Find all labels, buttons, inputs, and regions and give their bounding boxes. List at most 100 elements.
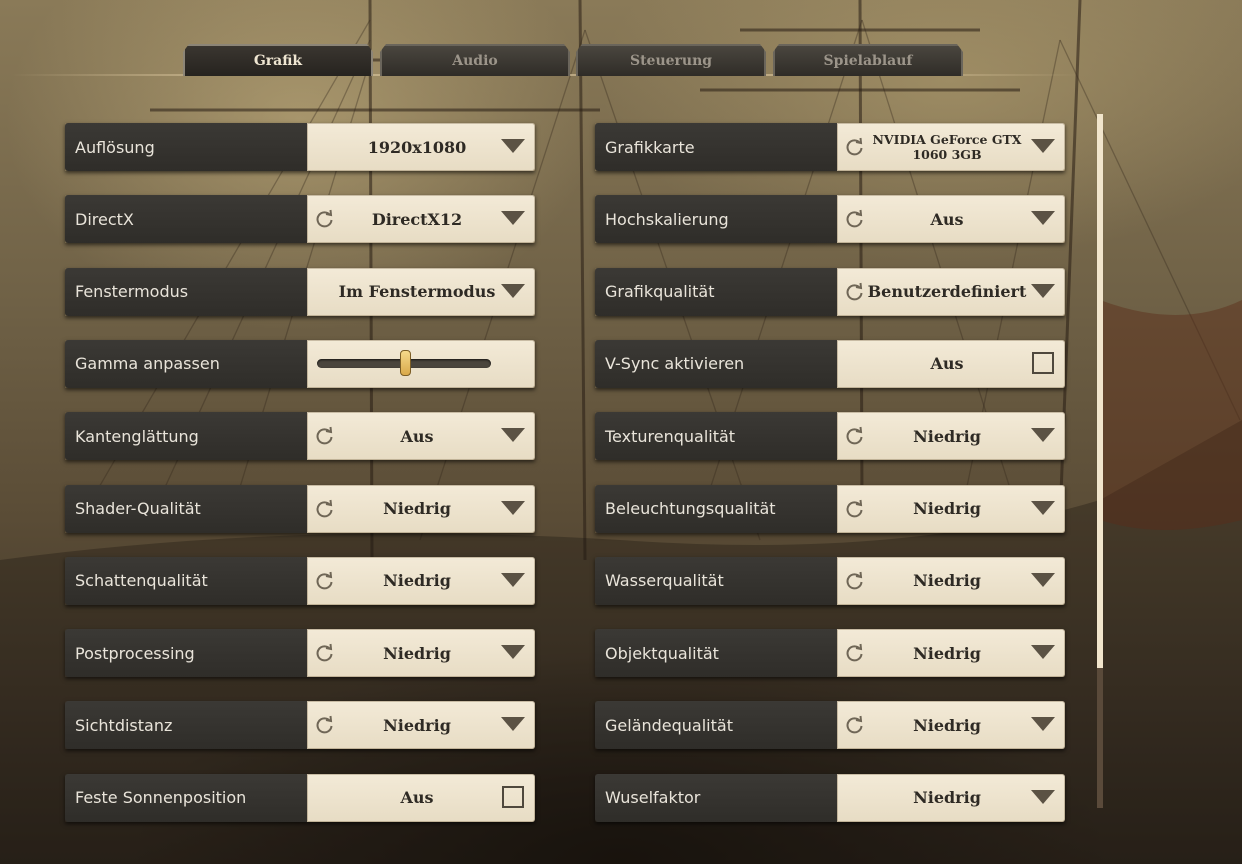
texturenqualitaet-dropdown[interactable]: Niedrig — [837, 412, 1065, 461]
setting-row-wuselfaktor: Wuselfaktor Niedrig — [595, 773, 1065, 822]
dropdown-arrow-icon[interactable] — [1031, 428, 1055, 443]
dropdown-arrow-icon[interactable] — [501, 500, 525, 515]
dropdown-arrow-icon[interactable] — [1031, 500, 1055, 515]
directx-dropdown[interactable]: DirectX12 — [307, 195, 535, 244]
reset-icon[interactable] — [845, 282, 865, 302]
reset-icon[interactable] — [315, 426, 335, 446]
schattenqualitaet-dropdown[interactable]: Niedrig — [307, 556, 535, 605]
setting-row-aufloesung: Auflösung 1920x1080 — [65, 123, 535, 171]
setting-row-feste-sonnenposition: Feste Sonnenposition Aus — [65, 773, 535, 822]
setting-label: Kantenglättung — [65, 412, 307, 461]
setting-label: Wuselfaktor — [595, 773, 837, 822]
checkbox-icon[interactable] — [502, 785, 524, 808]
setting-value: Niedrig — [913, 571, 981, 591]
reset-icon[interactable] — [845, 499, 865, 519]
dropdown-arrow-icon[interactable] — [1031, 789, 1055, 804]
setting-label: V-Sync aktivieren — [595, 339, 837, 388]
dropdown-arrow-icon[interactable] — [1031, 211, 1055, 226]
setting-label: Objektqualität — [595, 629, 837, 678]
checkbox-icon[interactable] — [1032, 351, 1054, 374]
setting-row-kantenglaettung: Kantenglättung Aus — [65, 412, 535, 461]
reset-icon[interactable] — [845, 571, 865, 591]
setting-label: Beleuchtungsqualität — [595, 484, 837, 533]
reset-icon[interactable] — [315, 715, 335, 735]
reset-icon[interactable] — [845, 137, 865, 157]
dropdown-arrow-icon[interactable] — [1031, 283, 1055, 298]
setting-row-postprocessing: Postprocessing Niedrig — [65, 629, 535, 678]
setting-label: Hochskalierung — [595, 195, 837, 244]
setting-value: DirectX12 — [371, 209, 463, 229]
reset-icon[interactable] — [315, 499, 335, 519]
scrollbar-thumb[interactable] — [1097, 114, 1103, 668]
setting-label: Sichtdistanz — [65, 701, 307, 750]
setting-row-schattenqualitaet: Schattenqualität Niedrig — [65, 556, 535, 605]
setting-row-grafikqualitaet: Grafikqualität Benutzerdefiniert — [595, 267, 1065, 316]
dropdown-arrow-icon[interactable] — [1031, 717, 1055, 732]
feste-sonnenposition-toggle[interactable]: Aus — [307, 773, 535, 822]
dropdown-arrow-icon[interactable] — [1031, 645, 1055, 660]
objektqualitaet-dropdown[interactable]: Niedrig — [837, 629, 1065, 678]
tab-grafik[interactable]: Grafik — [183, 44, 373, 76]
v-sync-aktivieren-toggle[interactable]: Aus — [837, 339, 1065, 388]
postprocessing-dropdown[interactable]: Niedrig — [307, 629, 535, 678]
setting-row-fenstermodus: Fenstermodus Im Fenstermodus — [65, 267, 535, 316]
aufloesung-dropdown[interactable]: 1920x1080 — [307, 123, 535, 171]
setting-row-texturenqualitaet: Texturenqualität Niedrig — [595, 412, 1065, 461]
reset-icon[interactable] — [315, 571, 335, 591]
reset-icon[interactable] — [315, 209, 335, 229]
dropdown-arrow-icon[interactable] — [501, 717, 525, 732]
dropdown-arrow-icon[interactable] — [1031, 139, 1055, 153]
beleuchtungsqualitaet-dropdown[interactable]: Niedrig — [837, 484, 1065, 533]
setting-label: Postprocessing — [65, 629, 307, 678]
setting-label: Shader-Qualität — [65, 484, 307, 533]
setting-value: Niedrig — [913, 426, 981, 446]
setting-value: Aus — [400, 426, 434, 446]
reset-icon[interactable] — [315, 643, 335, 663]
setting-label: Schattenqualität — [65, 556, 307, 605]
reset-icon[interactable] — [845, 715, 865, 735]
setting-row-objektqualitaet: Objektqualität Niedrig — [595, 629, 1065, 678]
kantenglaettung-dropdown[interactable]: Aus — [307, 412, 535, 461]
tab-spielablauf[interactable]: Spielablauf — [773, 44, 963, 76]
setting-value: Niedrig — [383, 571, 451, 591]
dropdown-arrow-icon[interactable] — [501, 139, 525, 153]
reset-icon[interactable] — [845, 209, 865, 229]
setting-value: Im Fenstermodus — [338, 282, 496, 302]
setting-row-gelaendequalitaet: Geländequalität Niedrig — [595, 701, 1065, 750]
setting-label: Texturenqualität — [595, 412, 837, 461]
setting-label: Auflösung — [65, 123, 307, 171]
setting-value: Niedrig — [913, 715, 981, 735]
dropdown-arrow-icon[interactable] — [501, 645, 525, 660]
dropdown-arrow-icon[interactable] — [501, 211, 525, 226]
reset-icon[interactable] — [845, 426, 865, 446]
sichtdistanz-dropdown[interactable]: Niedrig — [307, 701, 535, 750]
wasserqualitaet-dropdown[interactable]: Niedrig — [837, 556, 1065, 605]
dropdown-arrow-icon[interactable] — [501, 428, 525, 443]
slider-thumb[interactable] — [400, 349, 411, 376]
setting-row-shader-qualitaet: Shader-Qualität Niedrig — [65, 484, 535, 533]
setting-label: Wasserqualität — [595, 556, 837, 605]
setting-label: Grafikkarte — [595, 123, 837, 171]
gelaendequalitaet-dropdown[interactable]: Niedrig — [837, 701, 1065, 750]
setting-label: Gamma anpassen — [65, 339, 307, 388]
setting-label: Fenstermodus — [65, 267, 307, 316]
dropdown-arrow-icon[interactable] — [501, 572, 525, 587]
tab-audio[interactable]: Audio — [380, 44, 570, 76]
fenstermodus-dropdown[interactable]: Im Fenstermodus — [307, 267, 535, 316]
reset-icon[interactable] — [845, 643, 865, 663]
grafikqualitaet-dropdown[interactable]: Benutzerdefiniert — [837, 267, 1065, 316]
shader-qualitaet-dropdown[interactable]: Niedrig — [307, 484, 535, 533]
dropdown-arrow-icon[interactable] — [1031, 572, 1055, 587]
gamma-anpassen-slider[interactable] — [307, 339, 535, 388]
setting-value: Niedrig — [913, 499, 981, 518]
setting-value: Niedrig — [913, 643, 981, 663]
grafikkarte-dropdown[interactable]: NVIDIA GeForce GTX 1060 3GB — [837, 123, 1065, 171]
tab-steuerung[interactable]: Steuerung — [576, 44, 766, 76]
wuselfaktor-dropdown[interactable]: Niedrig — [837, 773, 1065, 822]
setting-row-wasserqualitaet: Wasserqualität Niedrig — [595, 556, 1065, 605]
dropdown-arrow-icon[interactable] — [501, 283, 525, 298]
setting-value: Niedrig — [383, 499, 451, 518]
hochskalierung-dropdown[interactable]: Aus — [837, 195, 1065, 244]
setting-row-gamma-anpassen: Gamma anpassen — [65, 339, 535, 388]
setting-label: Grafikqualität — [595, 267, 837, 316]
